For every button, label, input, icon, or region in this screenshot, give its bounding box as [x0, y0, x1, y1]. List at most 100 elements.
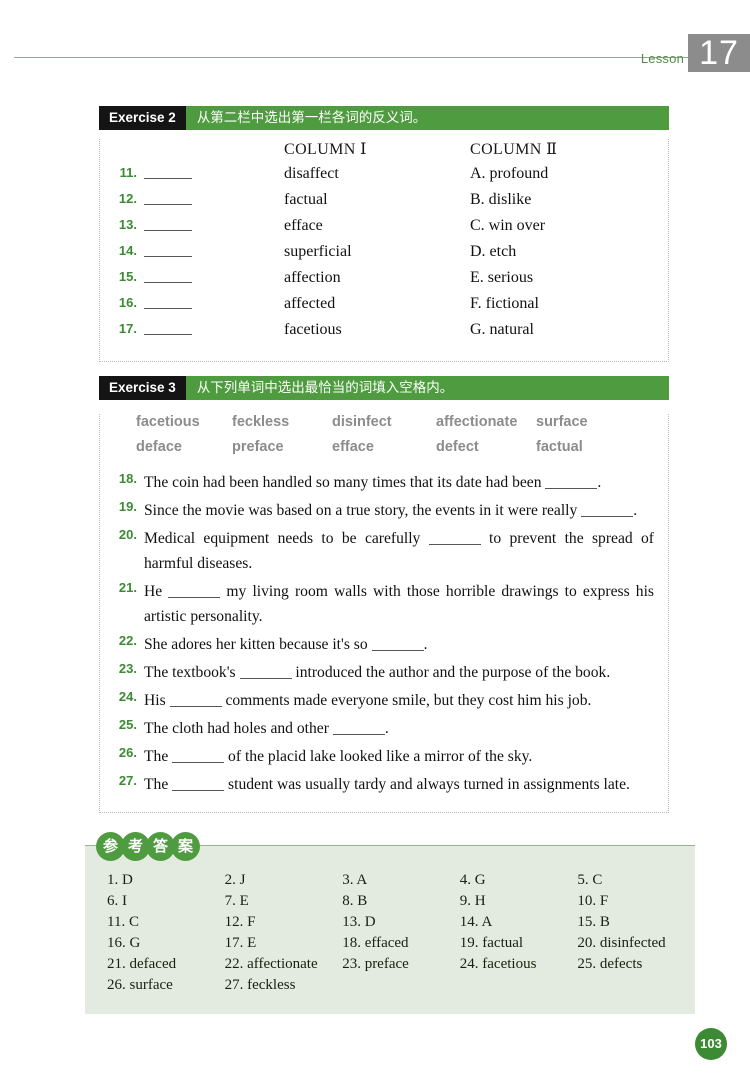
- question-text-after: student was usually tardy and always tur…: [224, 776, 630, 793]
- question-blank[interactable]: [332, 734, 385, 735]
- exercise-3-tag: Exercise 3: [99, 376, 186, 400]
- answer-key-grid: 1. D 2. J 3. A 4. G 5. C 6. I 7. E 8. B 9. H 10. …: [85, 872, 695, 998]
- matching-answer-blank[interactable]: [144, 178, 192, 179]
- question-text: He my living room walls with those horri…: [144, 579, 654, 629]
- answer-key-cell: 12. F: [224, 914, 256, 930]
- exercise-2-block: Exercise 2 从第二栏中选出第一栏各词的反义词。 COLUMN Ⅰ CO…: [99, 106, 669, 362]
- question-blank[interactable]: [371, 650, 424, 651]
- matching-answer-blank[interactable]: [144, 282, 192, 283]
- exercise-3-body: facetious feckless disinfect affectionate su…: [99, 414, 669, 813]
- question-row: 19. Since the movie was based on a true s…: [100, 498, 668, 523]
- answer-key-label-char: 案: [171, 831, 200, 861]
- question-blank[interactable]: [239, 678, 292, 679]
- question-text-before: The: [144, 748, 173, 765]
- column-headers: COLUMN Ⅰ COLUMN Ⅱ: [100, 139, 668, 165]
- word-bank-word: surface: [536, 414, 588, 430]
- answer-key-cell: 18. effaced: [342, 935, 409, 951]
- answer-key-cell: 9. H: [459, 893, 486, 909]
- question-blank[interactable]: [172, 762, 225, 763]
- answer-key-cell: 24. facetious: [459, 956, 537, 972]
- answer-key-cell: 5. C: [577, 872, 603, 888]
- matching-answer-blank[interactable]: [144, 334, 192, 335]
- answer-key-row: 11. C 12. F 13. D 14. A 15. B: [107, 914, 695, 935]
- question-blank[interactable]: [581, 516, 634, 517]
- answer-key-cell: 6. I: [107, 893, 127, 909]
- matching-row: 13. efface C. win over: [100, 217, 668, 243]
- question-number: 27.: [118, 773, 137, 788]
- question-blank[interactable]: [428, 544, 481, 545]
- exercise-3-header: Exercise 3 从下列单词中选出最恰当的词填入空格内。: [99, 376, 669, 400]
- matching-option: A. profound: [470, 165, 549, 182]
- word-bank-word: feckless: [232, 414, 290, 430]
- matching-row: 11. disaffect A. profound: [100, 165, 668, 191]
- matching-option: B. dislike: [470, 191, 532, 208]
- lesson-label: Lesson: [640, 51, 684, 66]
- question-text-after: .: [384, 720, 389, 737]
- matching-row-number: 13.: [118, 217, 137, 232]
- answer-key-cell: 20. disinfected: [577, 935, 666, 951]
- answer-key-cell: 26. surface: [107, 977, 173, 993]
- matching-row-number: 12.: [118, 191, 137, 206]
- exercise-2-header: Exercise 2 从第二栏中选出第一栏各词的反义词。: [99, 106, 669, 130]
- question-row: 21. He my living room walls with those ho…: [100, 579, 668, 629]
- question-text: The coin had been handled so many times …: [144, 470, 654, 495]
- question-row: 23. The textbook's introduced the author …: [100, 660, 668, 685]
- matching-option: E. serious: [470, 269, 534, 286]
- matching-answer-blank[interactable]: [144, 256, 192, 257]
- word-bank-word: facetious: [136, 414, 200, 430]
- matching-word: affection: [284, 269, 341, 286]
- question-number: 18.: [118, 471, 137, 486]
- question-blank[interactable]: [545, 488, 598, 489]
- answer-key-row: 1. D 2. J 3. A 4. G 5. C: [107, 872, 695, 893]
- answer-key-cell: 1. D: [107, 872, 133, 888]
- matching-row: 12. factual B. dislike: [100, 191, 668, 217]
- question-blank[interactable]: [172, 790, 225, 791]
- question-blank[interactable]: [169, 706, 222, 707]
- word-bank-row-2: deface preface efface defect factual: [136, 439, 668, 464]
- matching-row-number: 11.: [119, 165, 137, 180]
- question-number: 20.: [118, 527, 137, 542]
- answer-key-cell: 10. F: [577, 893, 609, 909]
- question-text-before: Since the movie was based on a true stor…: [144, 502, 582, 519]
- question-text: Medical equipment needs to be carefully …: [144, 526, 654, 576]
- answer-key-cell: 13. D: [342, 914, 376, 930]
- exercise-3-bottom-padding: [100, 800, 668, 812]
- answer-key-cell: 23. preface: [342, 956, 409, 972]
- question-blank[interactable]: [168, 597, 221, 598]
- matching-word: disaffect: [284, 165, 339, 182]
- matching-answer-blank[interactable]: [144, 204, 192, 205]
- answer-key-row: 6. I 7. E 8. B 9. H 10. F: [107, 893, 695, 914]
- matching-row: 14. superficial D. etch: [100, 243, 668, 269]
- answer-key-cell: 21. defaced: [107, 956, 177, 972]
- word-bank-word: factual: [536, 439, 583, 455]
- question-text-before: Medical equipment needs to be carefully: [144, 530, 429, 547]
- matching-answer-blank[interactable]: [144, 308, 192, 309]
- matching-row-number: 15.: [118, 269, 137, 284]
- question-text-after: my living room walls with those horrible…: [144, 583, 654, 625]
- matching-row-number: 17.: [118, 321, 137, 336]
- question-text-before: He: [144, 583, 169, 600]
- matching-option: C. win over: [470, 217, 546, 234]
- answer-key-cell: 17. E: [224, 935, 257, 951]
- question-number: 26.: [118, 745, 137, 760]
- matching-answer-blank[interactable]: [144, 230, 192, 231]
- matching-row: 16. affected F. fictional: [100, 295, 668, 321]
- word-bank-word: affectionate: [436, 414, 518, 430]
- matching-row-number: 16.: [118, 295, 137, 310]
- answer-key-cell: 15. B: [577, 914, 610, 930]
- question-text-after: .: [423, 636, 428, 653]
- question-text-after: of the placid lake looked like a mirror …: [224, 748, 533, 765]
- question-text: The textbook's introduced the author and…: [144, 660, 654, 685]
- matching-option: D. etch: [470, 243, 517, 260]
- matching-row: 15. affection E. serious: [100, 269, 668, 295]
- matching-row-number: 14.: [118, 243, 137, 258]
- matching-option: G. natural: [470, 321, 534, 338]
- word-bank-word: deface: [136, 439, 182, 455]
- question-text: His comments made everyone smile, but th…: [144, 688, 654, 713]
- question-row: 26. The of the placid lake looked like a …: [100, 744, 668, 769]
- column-2-header: COLUMN Ⅱ: [470, 141, 558, 158]
- answer-key-cell: 3. A: [342, 872, 368, 888]
- answer-key-section: 参考答案 1. D 2. J 3. A 4. G 5. C 6. I 7. E 8. B 9. …: [85, 831, 695, 1014]
- answer-key-cell: 4. G: [459, 872, 486, 888]
- question-row: 25. The cloth had holes and other .: [100, 716, 668, 741]
